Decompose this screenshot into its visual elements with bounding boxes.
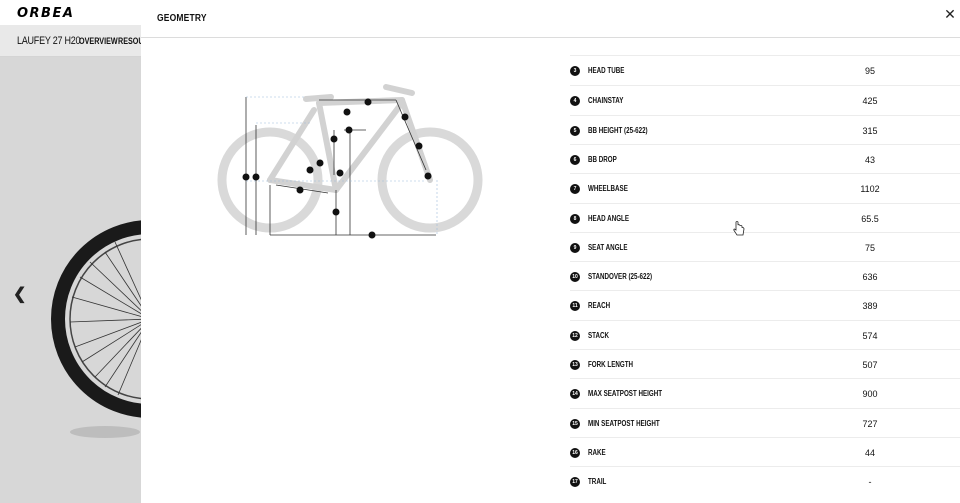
row-number-badge: 12 [570,330,580,341]
row-label: SEAT ANGLE [588,242,628,252]
row-value: 43 [864,154,875,165]
row-value: 95 [864,66,875,76]
table-row: 4 CHAINSTAY 425 [570,85,960,114]
row-value: - [868,477,872,488]
row-label: CHAINSTAY [588,96,624,106]
row-label: TRAIL [588,477,607,487]
row-label: WHEELBASE [588,184,628,194]
table-row: 7 WHEELBASE 1102 [570,173,960,202]
table-row: 14 MAX SEATPOST HEIGHT 900 [570,378,960,407]
row-number-badge: 3 [570,66,580,76]
row-number-badge: 10 [570,272,580,283]
row-label: HEAD ANGLE [588,213,630,223]
table-row: 5 BB HEIGHT (25-622) 315 [570,114,960,144]
modal-header: GEOMETRY ✕ [141,0,960,38]
model-name: LAUFEY 27 H20 [17,35,81,47]
geometry-diagram [217,84,483,239]
row-label: FORK LENGTH [588,360,634,369]
row-label: MIN SEATPOST HEIGHT [588,418,660,428]
row-number-badge: 13 [570,360,580,370]
table-row: 13 FORK LENGTH 507 [570,349,960,378]
row-number-badge: 14 [570,389,580,400]
row-number-badge: 16 [570,447,580,458]
bike-image [0,57,141,503]
row-value: 75 [864,242,875,253]
row-value: 507 [862,360,878,370]
row-value: 389 [862,301,878,312]
row-value: 65.5 [861,213,879,224]
row-number-badge: 11 [570,301,580,312]
table-row: 12 STACK 574 [570,319,960,349]
table-row: 16 RAKE 44 [570,436,960,466]
row-label: STANDOVER (25-622) [588,272,653,282]
row-value: 727 [862,418,878,429]
geometry-modal: GEOMETRY ✕ 3 HEAD TUBE 95 4 CHAINSTAY 42… [141,0,960,503]
orbea-logo[interactable]: ORBEA [17,6,74,21]
row-label: REACH [588,301,611,311]
row-label: STACK [588,330,610,340]
row-number-badge: 4 [570,96,580,107]
nav-overview[interactable]: OVERVIEW [79,36,118,46]
close-icon[interactable]: ✕ [942,6,958,22]
table-row: 15 MIN SEATPOST HEIGHT 727 [570,407,960,437]
row-label: BB HEIGHT (25-622) [588,125,648,135]
row-value: 425 [862,96,878,107]
table-row: 6 BB DROP 43 [570,143,960,173]
row-label: RAKE [588,447,606,457]
row-number-badge: 5 [570,125,580,136]
row-value: 1102 [860,184,880,195]
row-label: HEAD TUBE [588,66,625,75]
table-row: 9 SEAT ANGLE 75 [570,231,960,261]
row-value: 315 [862,125,878,136]
row-number-badge: 9 [570,242,580,253]
table-row: 17 TRAIL - [570,466,960,495]
row-value: 574 [862,330,878,341]
chevron-left-icon[interactable]: ❮ [13,284,26,304]
row-value: 636 [862,272,878,283]
row-number-badge: 15 [570,418,580,429]
hand-cursor-icon [733,221,745,236]
row-number-badge: 7 [570,184,580,195]
row-number-badge: 17 [570,477,580,488]
row-number-badge: 6 [570,154,580,165]
table-row: 8 HEAD ANGLE 65.5 [570,202,960,232]
row-number-badge: 8 [570,213,580,224]
table-row: 11 REACH 389 [570,290,960,319]
row-value: 44 [864,447,875,458]
row-label: BB DROP [588,154,617,164]
table-row: 3 HEAD TUBE 95 [570,56,960,85]
table-row: 10 STANDOVER (25-622) 636 [570,261,960,290]
bike-wheel-image [51,220,141,438]
modal-title: GEOMETRY [157,13,207,24]
row-value: 900 [862,389,878,400]
row-label: MAX SEATPOST HEIGHT [588,389,663,399]
